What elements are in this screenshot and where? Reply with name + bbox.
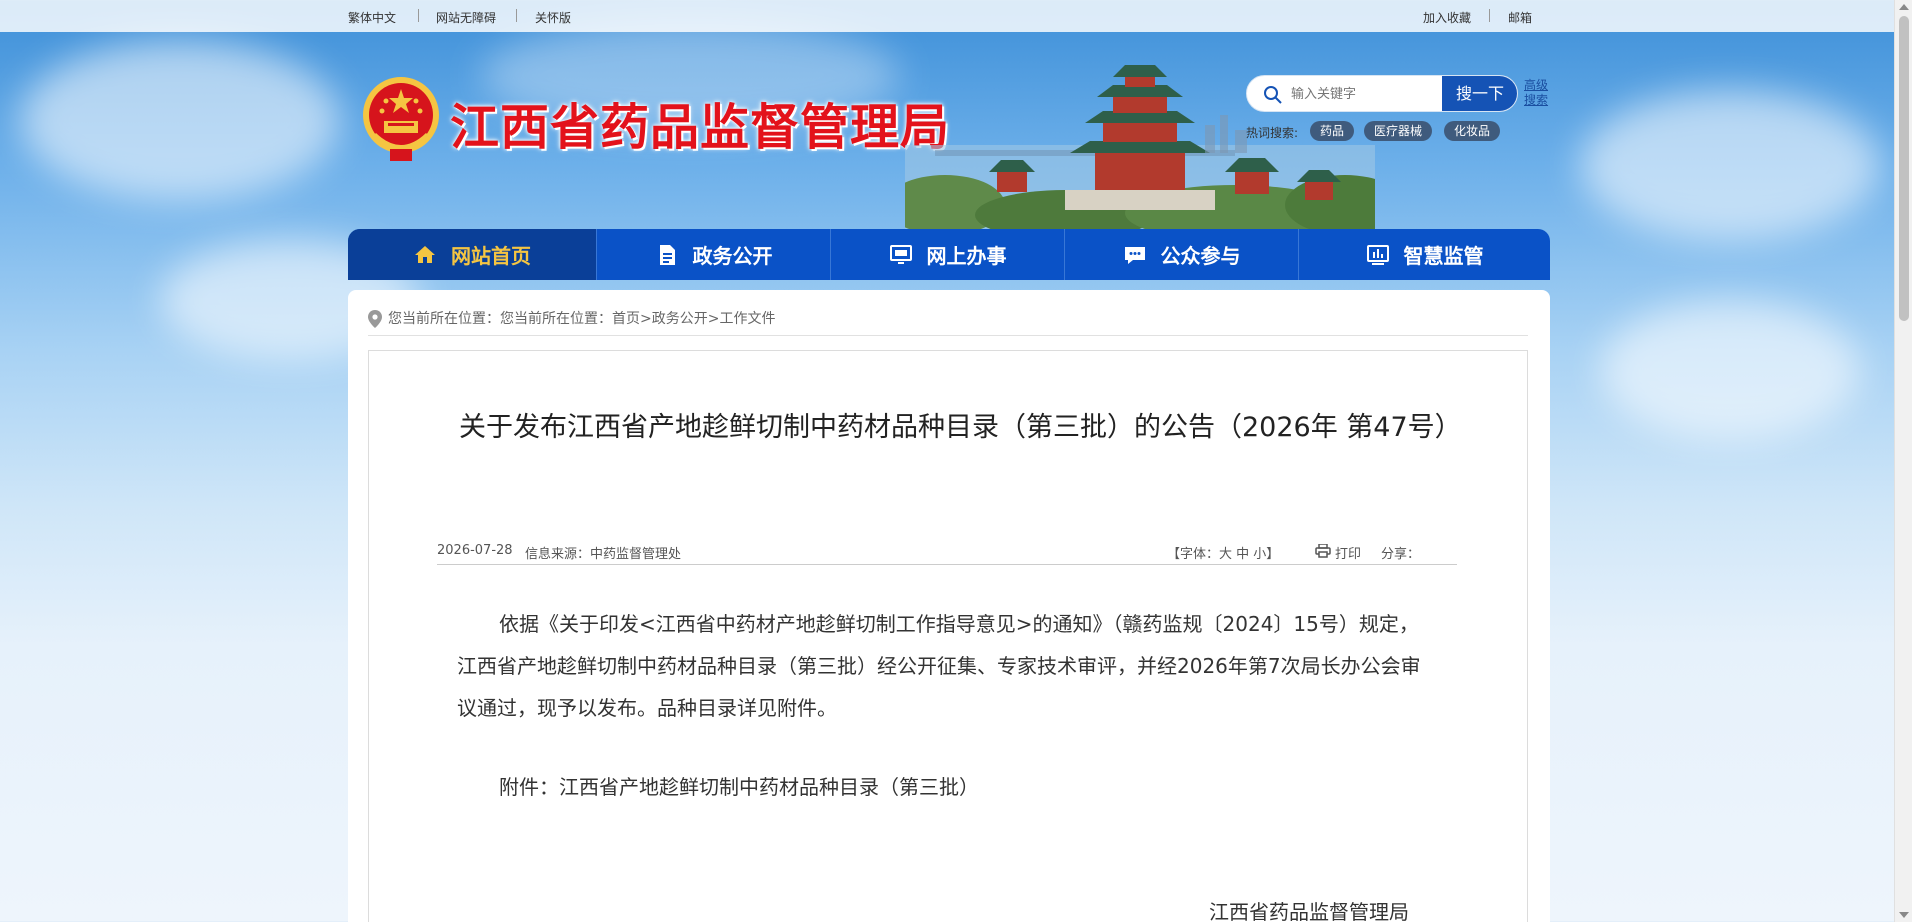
breadcrumb-text: 您当前所在位置：您当前所在位置：首页>政务公开>工作文件 [388,311,776,327]
divider [418,9,419,22]
top-utility-bar: 繁体中文 网站无障碍 关怀版 加入收藏 邮箱 [0,0,1894,32]
nav-public-participation-label: 公众参与 [1160,244,1241,268]
nav-online-services-label: 网上办事 [926,244,1007,268]
font-size-control[interactable]: 【字体：大 中 小】 [1167,543,1279,562]
national-emblem-icon [363,77,439,161]
cloud-decoration [1580,90,1880,240]
nav-smart-supervision[interactable]: 智慧监管 [1299,229,1550,280]
print-link[interactable]: 打印 [1335,543,1361,562]
nav-smart-supervision-label: 智慧监管 [1403,244,1484,268]
hot-tag-cosmetics[interactable]: 化妆品 [1444,121,1501,141]
divider [1489,9,1490,22]
mail-link[interactable]: 邮箱 [1508,9,1532,26]
home-icon [415,245,435,263]
cloud-decoration [1600,300,1860,440]
traditional-chinese-link[interactable]: 繁体中文 [348,9,396,26]
bookmark-link[interactable]: 加入收藏 [1423,9,1471,26]
location-pin-icon [368,310,382,328]
cloud-decoration [20,40,340,200]
signature: 江西省药品监督管理局 [1209,900,1409,922]
page-scrollbar[interactable] [1894,0,1912,922]
accessibility-link[interactable]: 网站无障碍 [436,9,496,26]
nav-public-participation[interactable]: 公众参与 [1065,229,1299,280]
article-body: 依据《关于印发<江西省中药材产地趁鲜切制工作指导意见>的通知》（赣药监规〔202… [457,603,1437,729]
scroll-down-arrow-icon[interactable] [1899,912,1909,918]
search-icon [1264,86,1282,104]
nav-home[interactable]: 网站首页 [348,229,597,280]
info-source: 信息来源：中药监督管理处 [525,547,682,562]
breadcrumb: 您当前所在位置：您当前所在位置：首页>政务公开>工作文件 [368,308,1528,336]
article-container: 关于发布江西省产地趁鲜切制中药材品种目录（第三批）的公告（2026年 第47号）… [368,350,1528,922]
search-button[interactable]: 搜一下 [1442,76,1517,111]
article-title: 关于发布江西省产地趁鲜切制中药材品种目录（第三批）的公告（2026年 第47号） [459,412,1462,443]
article-paragraph: 依据《关于印发<江西省中药材产地趁鲜切制工作指导意见>的通知》（赣药监规〔202… [457,612,1421,720]
printer-icon[interactable] [1315,544,1331,558]
content-panel: 您当前所在位置：您当前所在位置：首页>政务公开>工作文件 关于发布江西省产地趁鲜… [348,290,1550,922]
scroll-thumb[interactable] [1899,16,1909,321]
hot-tag-medical-devices[interactable]: 医疗器械 [1364,121,1433,141]
document-icon [659,244,675,265]
chart-icon [1366,244,1389,265]
hot-tag-drugs[interactable]: 药品 [1310,121,1355,141]
monitor-icon [889,244,912,264]
advanced-search-link[interactable]: 高级搜索 [1524,78,1552,108]
nav-government-affairs[interactable]: 政务公开 [597,229,831,280]
share-label: 分享： [1381,547,1421,562]
site-title: 江西省药品监督管理局 [450,99,951,156]
article-meta: 2026-07-28 信息来源：中药监督管理处 【字体：大 中 小】 打印 分享… [437,539,1457,565]
divider [516,9,517,22]
scroll-up-arrow-icon[interactable] [1899,4,1909,10]
attachment-line[interactable]: 附件：江西省产地趁鲜切制中药材品种目录（第三批） [499,771,979,800]
nav-government-affairs-label: 政务公开 [692,244,773,268]
care-mode-link[interactable]: 关怀版 [535,9,571,26]
nav-online-services[interactable]: 网上办事 [831,229,1065,280]
main-navigation: 网站首页 政务公开 网上办事 公众参与 智慧监管 [348,229,1550,280]
chat-icon [1124,246,1145,264]
search-box: 搜一下 [1246,75,1518,112]
hot-search-label: 热词搜索: [1246,126,1299,140]
search-input[interactable] [1291,83,1461,105]
nav-home-label: 网站首页 [451,244,531,268]
publish-date: 2026-07-28 [437,543,513,558]
